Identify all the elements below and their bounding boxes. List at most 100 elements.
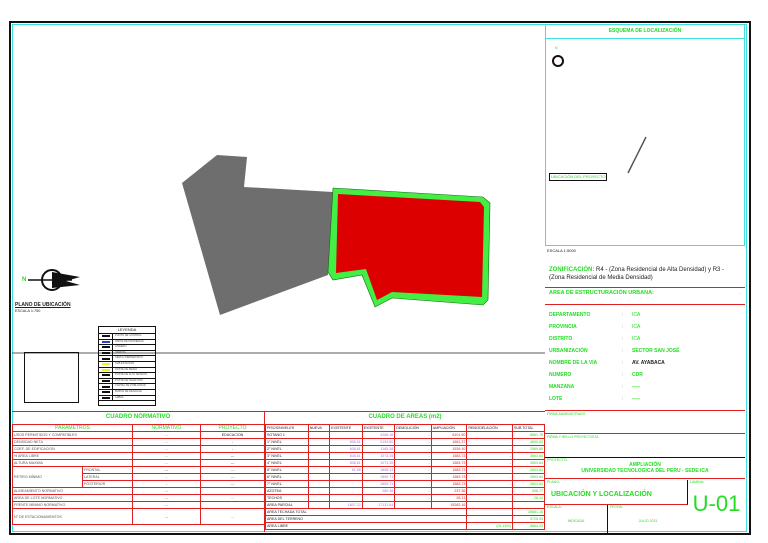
table-cell: -	[466, 459, 513, 467]
table-cell: % AREA LIBRE	[12, 452, 133, 460]
title-block: FIRMA ADMINISTRADO FIRMA Y SELLO PROYECT…	[545, 410, 745, 533]
table-row: 2° NIVEL 838.61 1185.38-1539.10-2569.89	[265, 445, 546, 453]
legend-symbol-icon	[99, 395, 113, 401]
table-cell: ---	[199, 459, 266, 467]
table-cell: -	[466, 480, 513, 488]
table-cell: 8861.76	[511, 431, 546, 439]
table-cell: ---	[199, 452, 266, 460]
table-cell: SUB TOTAL	[511, 424, 546, 432]
table-row: FRENTE MÍNIMO NORMATIVO ---	[12, 501, 266, 509]
table-cell: -	[466, 466, 513, 474]
table-cell: ---	[199, 508, 266, 525]
table-cell: 9725.93	[511, 515, 546, 523]
info-value: ICA	[632, 323, 641, 330]
table-cell: 838.61	[329, 452, 363, 460]
table-cell: -	[466, 473, 513, 481]
table-cell: NORMATIVO	[131, 424, 201, 432]
table-cell	[199, 501, 266, 509]
table-cell: 1073.35	[361, 452, 396, 460]
table-cell: 26.13	[430, 494, 468, 502]
table-cell: 35681.18	[511, 508, 546, 516]
table-cell	[329, 473, 363, 481]
project-line2: UNIVERSIDAD TECNOLOGICA DEL PERU - SEDE …	[581, 467, 709, 474]
normative-title: CUADRO NORMATIVO	[105, 414, 171, 420]
site-plan	[12, 155, 545, 354]
scale-box: ESCALA: INDICADA	[545, 505, 608, 533]
neighbor-lot	[182, 155, 333, 315]
table-cell: 1859.71	[361, 480, 396, 488]
legend-label: CARTEL DE PUBLICIDAD	[115, 384, 146, 388]
table-cell: ---	[131, 438, 201, 446]
table-cell: COEF. DE EDIFICACION	[12, 445, 133, 453]
table-row: 7° NIVEL 1859.71-1583.73-3503.64	[265, 480, 546, 488]
table-cell: 536.77	[511, 487, 546, 495]
table-cell	[307, 452, 331, 460]
table-cell: 3503.64	[511, 466, 546, 474]
info-value: ICA	[632, 311, 641, 318]
table-cell: -	[131, 473, 201, 481]
table-cell: -	[394, 473, 432, 481]
table-cell: AZOTEA	[265, 487, 309, 495]
table-row: 6° NIVEL 1859.71-1583.73-3503.64	[265, 473, 546, 481]
table-cell: 15282.16	[430, 501, 468, 509]
table-cell: 1807.22	[329, 501, 363, 509]
table-cell	[466, 501, 513, 509]
table-cell: -	[394, 459, 432, 467]
table-cell: -	[394, 480, 432, 488]
table-cell: ---	[199, 480, 266, 488]
table-cell: -	[131, 480, 201, 488]
urban-area: AREA DE ESTRUCTURACIÓN URBANA: -	[545, 286, 745, 305]
legend-symbol-icon	[99, 339, 113, 345]
info-value: ICA	[632, 335, 641, 342]
table-cell: -	[394, 466, 432, 474]
table-cell	[329, 431, 363, 439]
table-cell	[307, 473, 331, 481]
info-label: LOTE	[549, 395, 563, 402]
plan-label: PLANO:	[547, 480, 560, 484]
info-value: -----	[632, 383, 641, 390]
table-cell: (91.15%)	[466, 522, 513, 530]
legend-label: SUB ESTACION	[115, 361, 135, 365]
table-cell: -	[394, 452, 432, 460]
table-cell: -	[394, 431, 432, 439]
table-row: AREA DEL TERRENO 9725.93	[264, 515, 546, 523]
info-label: MANZANA	[549, 383, 575, 390]
table-cell: NUEVA	[307, 424, 331, 432]
table-cell: 51.58	[329, 466, 363, 474]
legend-symbol-icon	[99, 334, 113, 339]
table-cell	[307, 494, 331, 502]
project-lot	[336, 194, 484, 300]
info-row: DEPARTAMENTO: ICA	[549, 312, 741, 324]
table-cell: ALTURA MAXIMA	[12, 459, 133, 467]
legend-label: CERCO PERIMETRICO	[115, 356, 144, 360]
date-value: JULIO 2021	[638, 518, 658, 523]
legend-label: ARBOL	[115, 395, 124, 399]
table-cell: -	[199, 438, 266, 446]
scheme-scale: ESCALA 1:5000	[547, 248, 576, 253]
legend-symbol-icon	[99, 384, 113, 389]
table-cell: ---	[131, 494, 201, 502]
info-value: SECTOR SAN JOSÉ	[632, 347, 680, 354]
table-cell: 7° NIVEL	[265, 480, 309, 488]
table-cell: ---	[131, 466, 201, 474]
table-cell: -	[394, 494, 432, 502]
info-label: PROVINCIA	[549, 323, 577, 330]
table-cell: 5° NIVEL	[265, 466, 309, 474]
table-cell	[394, 501, 432, 509]
table-cell: 838.61	[329, 459, 363, 467]
info-row: PROVINCIA: ICA	[549, 324, 741, 336]
table-cell	[307, 438, 331, 446]
table-cell: 4690.83	[511, 438, 546, 446]
table-cell: 1858.13	[361, 466, 396, 474]
plan-value: UBICACIÓN Y LOCALIZACIÓN	[551, 490, 652, 498]
table-cell: 2° NIVEL	[265, 445, 309, 453]
legend-symbol-icon	[99, 350, 113, 356]
table-cell	[466, 508, 513, 516]
table-row: SOTANO 1 4266.16-5101.50-8861.76	[265, 431, 546, 439]
info-label: NOMBRE DE LA VIA	[549, 359, 598, 366]
table-cell: 3503.64	[511, 459, 546, 467]
table-cell	[199, 487, 266, 495]
table-row: AREA DE LOTE NORMATIVO --- ---	[12, 494, 266, 502]
legend-label: POSTE DE ALTA TENSION	[115, 373, 147, 377]
table-cell: 1583.73	[430, 459, 468, 467]
